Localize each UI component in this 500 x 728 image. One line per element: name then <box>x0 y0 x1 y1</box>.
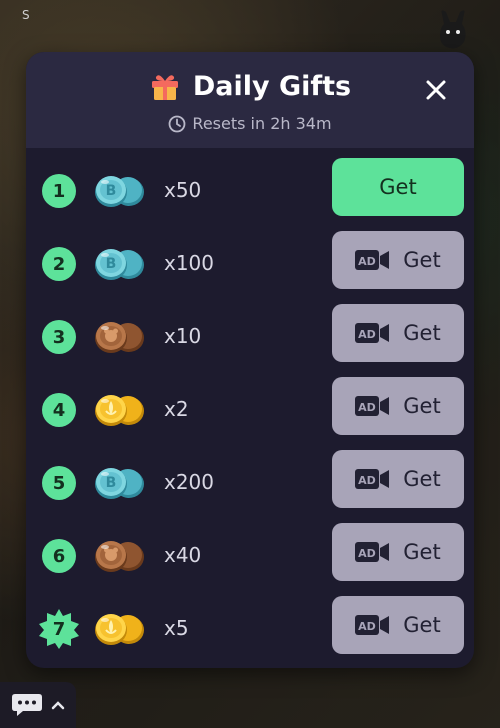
get-button-label: Get <box>403 248 441 272</box>
svg-text:AD: AD <box>358 474 376 487</box>
svg-text:AD: AD <box>358 401 376 414</box>
watch-ad-get-button[interactable]: AD Get <box>332 377 464 435</box>
get-button-label: Get <box>403 613 441 637</box>
gift-rank-badge: 3 <box>42 320 76 354</box>
watch-ad-get-button[interactable]: AD Get <box>332 231 464 289</box>
bronze-coin-icon <box>95 322 144 353</box>
gift-amount: x40 <box>164 543 202 567</box>
blue-coin-icon: B <box>95 249 144 280</box>
ad-video-icon: AD <box>355 396 390 416</box>
svg-text:B: B <box>106 475 117 491</box>
gift-amount: x50 <box>164 178 202 202</box>
reset-timer-text: Resets in 2h 34m <box>192 114 332 133</box>
svg-text:B: B <box>106 183 117 199</box>
watch-ad-get-button[interactable]: AD Get <box>332 596 464 654</box>
gift-amount: x10 <box>164 324 202 348</box>
gift-rank-badge: 5 <box>42 466 76 500</box>
gift-rank-badge: 7 <box>39 609 79 649</box>
gold-coin-icon <box>95 395 144 426</box>
gift-row: 3 x10 AD Get <box>26 302 474 375</box>
gift-rank-badge: 4 <box>42 393 76 427</box>
blue-coin-icon: B <box>95 468 144 499</box>
gift-row: 6 x40 AD Get <box>26 521 474 594</box>
get-button[interactable]: Get <box>332 158 464 216</box>
get-button-label: Get <box>403 540 441 564</box>
svg-text:B: B <box>106 256 117 272</box>
gift-row: 1 Bx50 Get <box>26 156 474 229</box>
background-corner-text: S <box>22 8 30 22</box>
creature-icon <box>440 10 466 49</box>
get-button-label: Get <box>403 394 441 418</box>
svg-text:AD: AD <box>358 547 376 560</box>
svg-text:AD: AD <box>358 328 376 341</box>
ad-video-icon: AD <box>355 542 390 562</box>
chevron-up-icon <box>51 701 65 710</box>
get-button-label: Get <box>403 467 441 491</box>
gift-row: 2 Bx100 AD Get <box>26 229 474 302</box>
gift-amount: x2 <box>164 397 189 421</box>
daily-gifts-dialog: Daily Gifts Resets in 2h 34m 1 Bx50 Get 2 Bx… <box>26 52 474 668</box>
gift-rank-number: 7 <box>52 618 66 640</box>
reset-timer: Resets in 2h 34m <box>26 114 474 133</box>
watch-ad-get-button[interactable]: AD Get <box>332 523 464 581</box>
chat-icon <box>12 694 42 716</box>
gift-list: 1 Bx50 Get 2 Bx100 AD Get 3 x10 AD Get 4 x2 AD Get 5 Bx2… <box>26 156 474 667</box>
title-row: Daily Gifts <box>26 70 474 102</box>
ad-video-icon: AD <box>355 615 390 635</box>
bronze-coin-icon <box>95 541 144 572</box>
gift-rank-badge: 1 <box>42 174 76 208</box>
close-button[interactable] <box>420 74 452 106</box>
gift-icon <box>151 75 178 100</box>
close-icon <box>426 80 446 100</box>
gift-rank-badge: 6 <box>42 539 76 573</box>
ad-video-icon: AD <box>355 469 390 489</box>
get-button-label: Get <box>379 175 417 199</box>
gold-coin-icon <box>95 614 144 645</box>
svg-text:AD: AD <box>358 255 376 268</box>
ad-video-icon: AD <box>355 250 390 270</box>
ad-video-icon: AD <box>355 323 390 343</box>
dialog-header: Daily Gifts Resets in 2h 34m <box>26 52 474 148</box>
chat-button[interactable] <box>0 682 76 728</box>
clock-icon <box>169 115 186 132</box>
gift-amount: x100 <box>164 251 215 275</box>
svg-text:AD: AD <box>358 620 376 633</box>
watch-ad-get-button[interactable]: AD Get <box>332 450 464 508</box>
watch-ad-get-button[interactable]: AD Get <box>332 304 464 362</box>
dialog-title: Daily Gifts <box>192 70 352 102</box>
gift-amount: x5 <box>164 616 189 640</box>
get-button-label: Get <box>403 321 441 345</box>
gift-row: 4 x2 AD Get <box>26 375 474 448</box>
gift-row: 7 x5 AD Get <box>26 594 474 667</box>
blue-coin-icon: B <box>95 176 144 207</box>
gift-amount: x200 <box>164 470 215 494</box>
gift-row: 5 Bx200 AD Get <box>26 448 474 521</box>
gift-rank-badge: 2 <box>42 247 76 281</box>
